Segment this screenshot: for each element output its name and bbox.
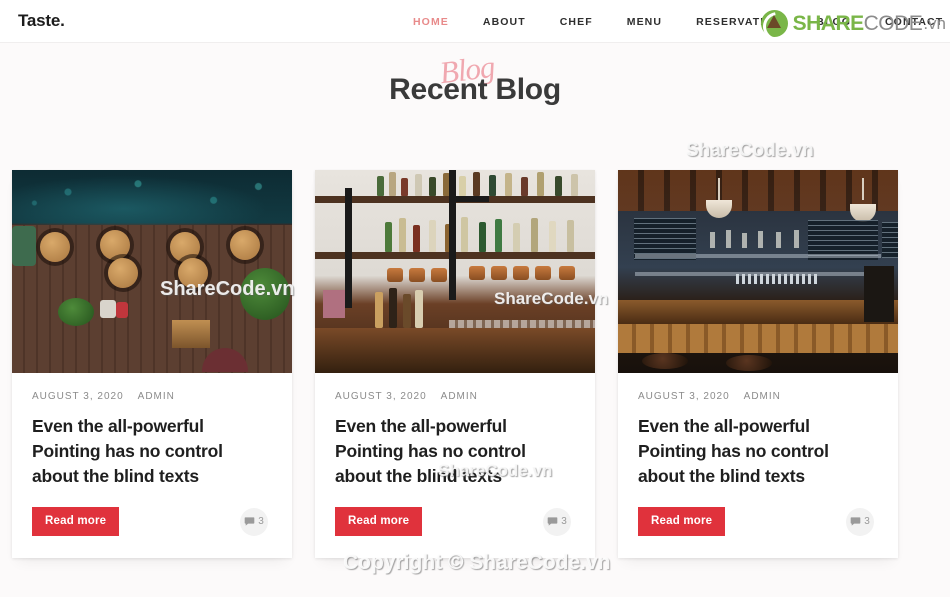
blog-card-body: AUGUST 3, 2020 ADMIN Even the all-powerf… [618,373,898,490]
blog-card-title[interactable]: Even the all-powerful Pointing has no co… [638,414,878,489]
blog-card-author[interactable]: ADMIN [441,391,478,402]
blog-card-author[interactable]: ADMIN [138,391,175,402]
comment-count: 3 [864,516,870,527]
blog-card-author[interactable]: ADMIN [744,391,781,402]
comment-bubble-icon [850,517,861,526]
comment-count-badge[interactable]: 3 [240,507,268,536]
blog-card-footer: Read more 3 [315,490,595,558]
read-more-button[interactable]: Read more [335,507,423,536]
nav-item-home[interactable]: HOME [396,16,466,28]
page-title: Recent Blog [389,73,561,106]
blog-card[interactable]: AUGUST 3, 2020 ADMIN Even the all-powerf… [12,170,292,558]
sharecode-mark-icon [760,10,788,37]
blog-card-image[interactable] [618,170,898,373]
pub-interior-photo [618,170,898,373]
read-more-button[interactable]: Read more [638,507,726,536]
blog-card-footer: Read more 3 [618,490,898,558]
logo-text-vn: .vn [923,13,946,33]
logo-text-code: CODE [863,11,923,35]
logo-text-share: SHARE [792,11,865,35]
nav-item-menu[interactable]: MENU [610,16,679,28]
blog-card-date: AUGUST 3, 2020 [638,391,730,402]
sharecode-logo: SHARE CODE .vn [760,10,946,37]
site-logo[interactable]: Taste. [18,11,65,31]
blog-card-body: AUGUST 3, 2020 ADMIN Even the all-powerf… [12,373,292,490]
watermark-upper: ShareCode.vn [686,140,814,161]
blog-card-meta: AUGUST 3, 2020 ADMIN [335,391,575,402]
blog-card-date: AUGUST 3, 2020 [32,391,124,402]
comment-bubble-icon [244,517,255,526]
blog-card-image[interactable] [12,170,292,373]
blog-card-title[interactable]: Even the all-powerful Pointing has no co… [335,414,575,489]
comment-count-badge[interactable]: 3 [846,507,874,536]
blog-card-meta: AUGUST 3, 2020 ADMIN [32,391,272,402]
comment-bubble-icon [547,517,558,526]
restaurant-patio-photo [12,170,292,373]
blog-card-image[interactable] [315,170,595,373]
page-heading-block: Blog Recent Blog [0,49,950,107]
blog-card-title[interactable]: Even the all-powerful Pointing has no co… [32,414,272,489]
blog-card-body: AUGUST 3, 2020 ADMIN Even the all-powerf… [315,373,595,490]
blog-card-meta: AUGUST 3, 2020 ADMIN [638,391,878,402]
comment-count: 3 [561,516,567,527]
blog-card[interactable]: AUGUST 3, 2020 ADMIN Even the all-powerf… [618,170,898,558]
blog-card[interactable]: AUGUST 3, 2020 ADMIN Even the all-powerf… [315,170,595,558]
bar-bottles-photo [315,170,595,373]
nav-item-chef[interactable]: CHEF [543,16,610,28]
comment-count-badge[interactable]: 3 [543,507,571,536]
blog-card-footer: Read more 3 [12,490,292,558]
comment-count: 3 [258,516,264,527]
read-more-button[interactable]: Read more [32,507,120,536]
blog-card-date: AUGUST 3, 2020 [335,391,427,402]
blog-card-grid: AUGUST 3, 2020 ADMIN Even the all-powerf… [12,170,938,558]
nav-item-about[interactable]: ABOUT [466,16,543,28]
